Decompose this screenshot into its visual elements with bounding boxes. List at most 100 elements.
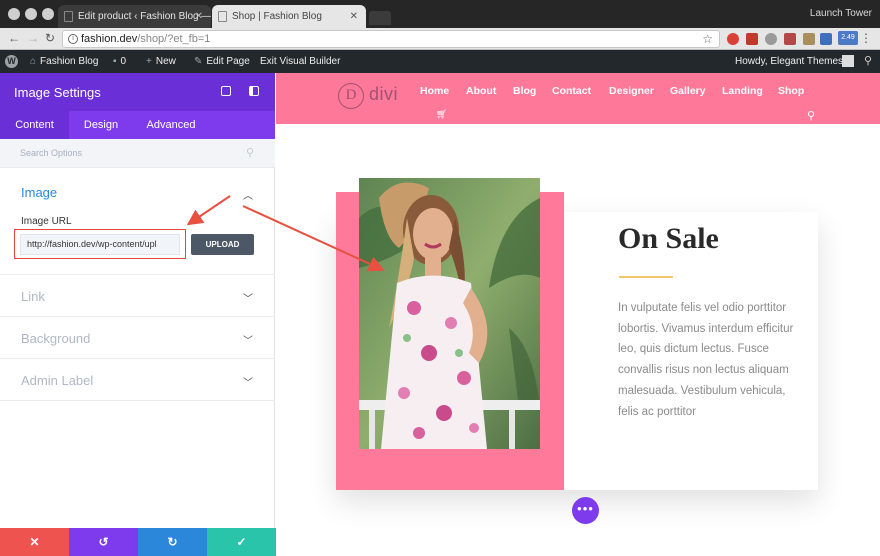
new-tab-button[interactable] — [369, 11, 391, 25]
section-link[interactable]: Link ﹀ — [0, 275, 275, 317]
panel-action-bar: ✕ ↺ ↻ ✓ — [0, 528, 276, 556]
bookmark-star-icon[interactable]: ☆ — [702, 31, 713, 47]
options-search: ⚲ — [0, 139, 275, 168]
wp-new-link[interactable]: + New — [146, 50, 176, 73]
image-settings-panel: Image Settings Content Design Advanced ⚲… — [0, 73, 276, 556]
nav-gallery[interactable]: Gallery — [670, 85, 706, 97]
browser-tab-shop[interactable]: Shop | Fashion Blog ✕ — [212, 5, 366, 28]
chevron-down-icon: ﹀ — [243, 378, 253, 389]
site-name: Fashion Blog — [40, 56, 99, 67]
plus-icon: + — [146, 56, 152, 67]
browser-tab-strip: Edit product ‹ Fashion Blog — ✕ Shop | F… — [0, 0, 880, 28]
section-background[interactable]: Background ﹀ — [0, 317, 275, 359]
wp-account-greeting[interactable]: Howdy, Elegant Themes — [735, 50, 843, 73]
tab-title: Edit product ‹ Fashion Blog — — [78, 11, 211, 22]
section-title-image[interactable]: Image — [21, 185, 57, 200]
wp-site-link[interactable]: ⌂ Fashion Blog — [30, 50, 98, 73]
product-image[interactable] — [359, 178, 540, 449]
reload-icon[interactable]: ↻ — [45, 31, 55, 45]
checkmark-icon: ✓ — [236, 535, 247, 549]
page-icon — [64, 11, 73, 22]
image-url-label: Image URL — [21, 216, 72, 227]
panel-tabs: Content Design Advanced — [0, 111, 275, 139]
search-icon[interactable]: ⚲ — [807, 109, 815, 122]
close-tab-icon[interactable]: ✕ — [350, 5, 358, 28]
edit-page-label: Edit Page — [206, 56, 250, 67]
heading-divider — [619, 276, 673, 278]
browser-menu-icon[interactable]: ⋮ — [860, 31, 872, 45]
site-logo-text[interactable]: divi — [369, 84, 398, 105]
wp-admin-bar: W ⌂ Fashion Blog ▪ 0 + New ✎ Edit Page Exit … — [0, 50, 880, 73]
tab-title: Shop | Fashion Blog — [232, 11, 322, 22]
minimize-window-button[interactable] — [25, 8, 37, 20]
section-title-admin-label: Admin Label — [21, 373, 94, 388]
nav-shop[interactable]: Shop — [778, 85, 804, 97]
cart-icon[interactable]: 🛒︎ — [436, 109, 447, 120]
redo-icon: ↻ — [167, 535, 178, 549]
wp-exit-builder-link[interactable]: Exit Visual Builder — [260, 50, 340, 73]
search-icon: ⚲ — [246, 147, 255, 159]
new-label: New — [155, 56, 176, 67]
save-button[interactable]: ✓ — [207, 528, 276, 556]
url-path: /shop/?et_fb=1 — [137, 33, 211, 45]
sale-body-text: In vulputate felis vel odio porttitor lo… — [618, 302, 794, 418]
dock-sidebar-icon[interactable] — [249, 86, 259, 96]
undo-icon: ↺ — [98, 535, 109, 549]
chevron-down-icon: ﹀ — [243, 336, 253, 347]
discard-button[interactable]: ✕ — [0, 528, 69, 556]
extension-plus-icon[interactable] — [784, 33, 796, 45]
module-more-button[interactable]: ••• — [572, 497, 599, 524]
maximize-window-button[interactable] — [42, 8, 54, 20]
nav-contact[interactable]: Contact — [552, 85, 591, 97]
wordpress-logo-icon[interactable]: W — [5, 55, 18, 68]
extension-hm-icon[interactable] — [820, 33, 832, 45]
avatar[interactable] — [842, 55, 854, 67]
chevron-up-icon[interactable]: ︿ — [243, 187, 253, 202]
pencil-icon: ✎ — [194, 56, 203, 67]
site-info-icon[interactable]: i — [68, 34, 78, 44]
image-url-highlight — [14, 229, 186, 259]
extension-grid-icon[interactable] — [746, 33, 758, 45]
search-options-input[interactable] — [20, 139, 240, 167]
redo-button[interactable]: ↻ — [138, 528, 207, 556]
wp-comments-link[interactable]: ▪ 0 — [113, 50, 126, 73]
panel-header: Image Settings — [0, 73, 275, 111]
browser-toolbar: ← → ↻ i fashion.dev/shop/?et_fb=1 ☆ 2.49… — [0, 28, 880, 50]
extension-circle-icon[interactable] — [765, 33, 777, 45]
undo-button[interactable]: ↺ — [69, 528, 138, 556]
expand-modal-icon[interactable] — [221, 86, 231, 96]
comment-icon: ▪ — [113, 56, 117, 67]
browser-profile-name[interactable]: Launch Tower — [810, 8, 872, 19]
forward-arrow-icon[interactable]: → — [27, 31, 39, 45]
sale-heading: On Sale — [618, 222, 719, 255]
site-header: D divi Home About Blog Contact Designer … — [276, 73, 880, 124]
search-icon[interactable]: ⚲ — [864, 54, 872, 67]
browser-tab-edit-product[interactable]: Edit product ‹ Fashion Blog — ✕ — [58, 5, 211, 28]
divi-logo-icon[interactable]: D — [338, 83, 364, 109]
section-admin-label[interactable]: Admin Label ﹀ — [0, 359, 275, 401]
nav-home[interactable]: Home — [420, 85, 449, 97]
tab-advanced[interactable]: Advanced — [133, 111, 209, 139]
section-title-background: Background — [21, 331, 91, 346]
extension-record-icon[interactable] — [727, 33, 739, 45]
close-tab-icon[interactable]: ✕ — [195, 5, 203, 28]
extension-folder-icon[interactable] — [803, 33, 815, 45]
tab-design[interactable]: Design — [69, 111, 133, 139]
back-arrow-icon[interactable]: ← — [8, 31, 20, 45]
nav-about[interactable]: About — [466, 85, 496, 97]
nav-landing[interactable]: Landing — [722, 85, 763, 97]
model-photo-illustration — [359, 178, 540, 449]
close-window-button[interactable] — [8, 8, 20, 20]
address-bar[interactable]: i fashion.dev/shop/?et_fb=1 ☆ — [62, 30, 720, 48]
page-icon — [218, 11, 227, 22]
upload-button[interactable]: UPLOAD — [191, 234, 254, 255]
close-icon: ✕ — [29, 535, 40, 549]
extension-badge[interactable]: 2.49 — [838, 31, 858, 45]
nav-blog[interactable]: Blog — [513, 85, 536, 97]
section-title-link: Link — [21, 289, 45, 304]
tab-content[interactable]: Content — [0, 111, 69, 139]
wp-edit-page-link[interactable]: ✎ Edit Page — [194, 50, 250, 73]
nav-designer[interactable]: Designer — [609, 85, 654, 97]
dashboard-icon: ⌂ — [30, 56, 37, 67]
url-host: fashion.dev — [81, 33, 138, 45]
